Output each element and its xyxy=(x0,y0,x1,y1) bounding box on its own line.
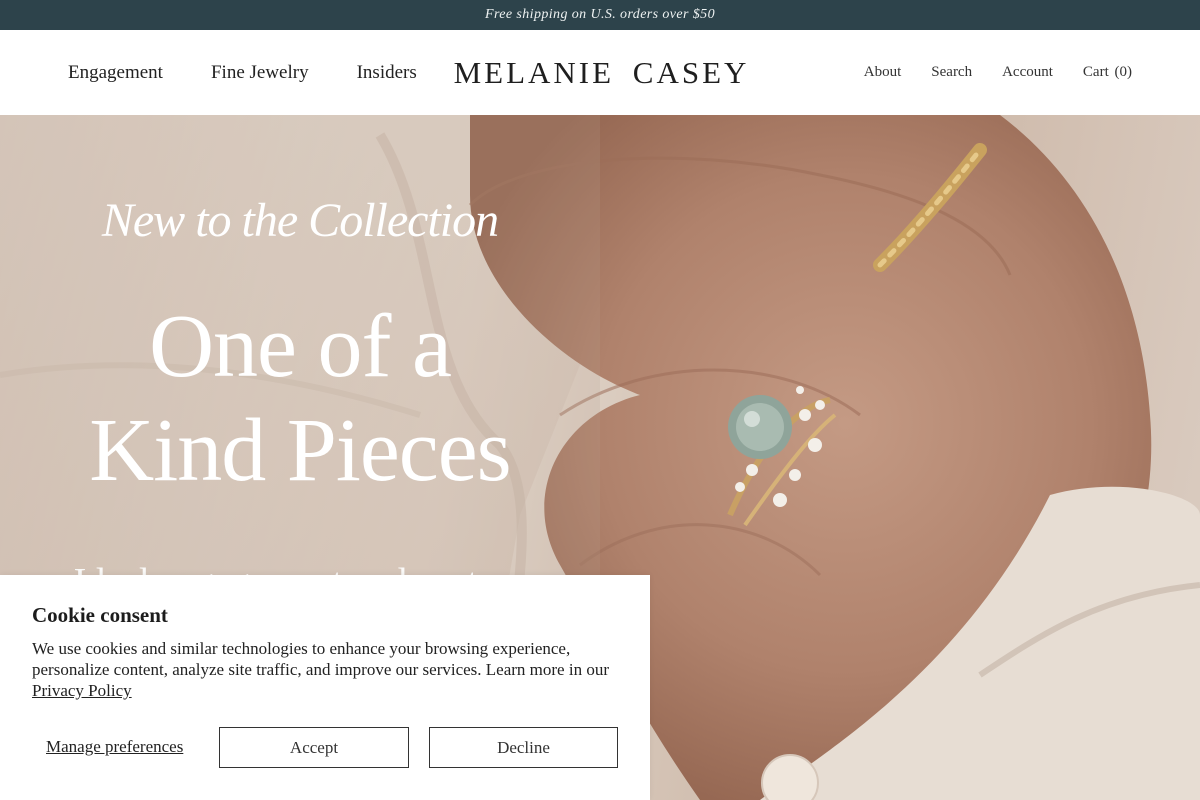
accept-button[interactable]: Accept xyxy=(219,727,409,768)
hero-title-line2: Kind Pieces xyxy=(89,401,511,500)
cart-label: Cart xyxy=(1082,64,1109,80)
primary-nav: Engagement Fine Jewelry Insiders xyxy=(68,30,465,115)
cookie-consent-banner: Cookie consent We use cookies and simila… xyxy=(0,575,650,800)
hero-title: One of a Kind Pieces xyxy=(40,295,560,503)
announcement-bar: Free shipping on U.S. orders over $50 xyxy=(0,0,1200,30)
hero-title-line1: One of a xyxy=(149,297,452,396)
nav-fine-jewelry[interactable]: Fine Jewelry xyxy=(211,62,309,84)
nav-insiders[interactable]: Insiders xyxy=(357,62,417,84)
cart-count: (0) xyxy=(1114,64,1133,80)
cookie-description: We use cookies and similar technologies … xyxy=(32,638,622,701)
cookie-text: We use cookies and similar technologies … xyxy=(32,639,609,679)
nav-search[interactable]: Search xyxy=(931,64,972,81)
nav-engagement[interactable]: Engagement xyxy=(68,62,163,84)
site-logo[interactable]: MELANIE CASEY xyxy=(449,30,754,115)
hero-eyebrow: New to the Collection xyxy=(101,194,499,247)
manage-preferences-button[interactable]: Manage preferences xyxy=(46,737,183,757)
privacy-policy-link[interactable]: Privacy Policy xyxy=(32,681,132,700)
utility-nav: About Search Account Cart (0) xyxy=(834,30,1132,115)
cookie-actions: Manage preferences Accept Decline xyxy=(32,727,618,768)
decline-button[interactable]: Decline xyxy=(429,727,618,768)
site-header: Engagement Fine Jewelry Insiders MELANIE… xyxy=(0,30,1200,115)
nav-about[interactable]: About xyxy=(864,64,902,81)
announcement-text: Free shipping on U.S. orders over $50 xyxy=(485,7,715,22)
nav-cart[interactable]: Cart (0) xyxy=(1083,64,1132,81)
cookie-title: Cookie consent xyxy=(32,603,168,627)
nav-account[interactable]: Account xyxy=(1002,64,1053,81)
